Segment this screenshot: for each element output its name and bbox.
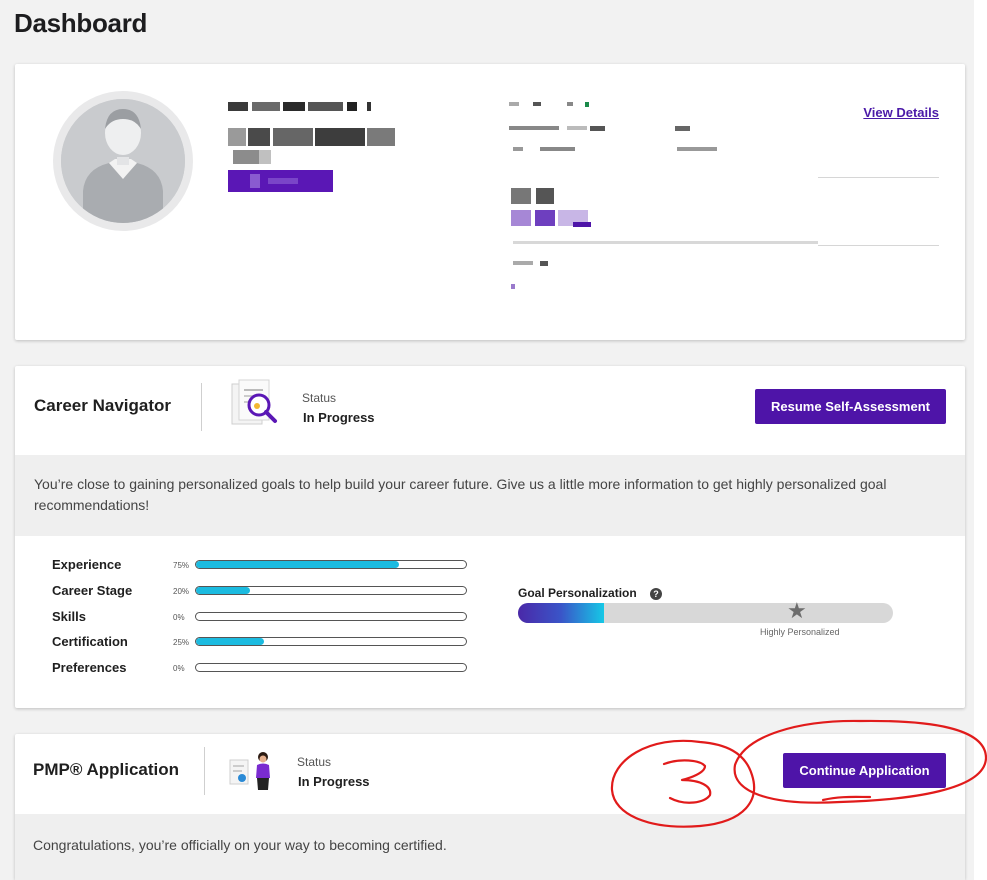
view-details-link[interactable]: View Details [863,105,939,120]
status-value: In Progress [298,774,370,789]
metric-progress-bar [195,560,467,569]
header-divider [201,383,202,431]
star-icon: ★ [787,598,807,623]
metric-percent: 0% [173,613,185,622]
pmp-application-card: PMP® Application Status In Progress Cont… [15,734,965,880]
question-circle-icon[interactable]: ? [650,588,662,600]
metric-percent: 25% [173,638,190,647]
metric-label: Certification [52,634,128,649]
status-label: Status [297,755,332,769]
metric-progress-bar [195,586,467,595]
career-message-band: You’re close to gaining personalized goa… [15,455,965,536]
avatar [53,91,193,231]
divider [818,245,939,246]
user-silhouette-icon [61,99,185,223]
pmp-title: PMP® Application [33,760,180,779]
divider [513,241,818,244]
pmp-message: Congratulations, you’re officially on yo… [33,837,447,853]
metric-percent: 20% [173,587,190,596]
metric-label: Career Stage [52,583,133,598]
career-message: You’re close to gaining personalized goa… [34,476,887,513]
career-navigator-title: Career Navigator [34,396,172,415]
metric-progress-bar [195,612,467,621]
goal-personalization-title: Goal Personalization [518,586,637,600]
metric-percent: 75% [173,561,190,570]
metric-percent: 0% [173,664,185,673]
metric-progress-bar [195,663,467,672]
status-label: Status [302,391,337,405]
profile-card: View Details [15,64,965,340]
divider [818,177,939,178]
redacted-badge [228,170,333,192]
resume-self-assessment-button[interactable]: Resume Self-Assessment [755,389,946,424]
metric-label: Skills [52,609,86,624]
goal-personalization-bar [518,603,893,623]
metric-progress-bar [195,637,467,646]
document-magnifier-icon [231,379,277,425]
career-navigator-header: Career Navigator Status In Progress Resu… [15,366,965,455]
person-document-icon [229,752,270,790]
page-title: Dashboard [14,8,148,38]
career-navigator-card: Career Navigator Status In Progress Resu… [15,366,965,708]
metric-label: Preferences [52,660,127,675]
header-divider [204,747,205,795]
goal-caption: Highly Personalized [760,627,840,637]
status-value: In Progress [303,410,375,425]
continue-application-button[interactable]: Continue Application [783,753,946,788]
metric-label: Experience [52,557,122,572]
